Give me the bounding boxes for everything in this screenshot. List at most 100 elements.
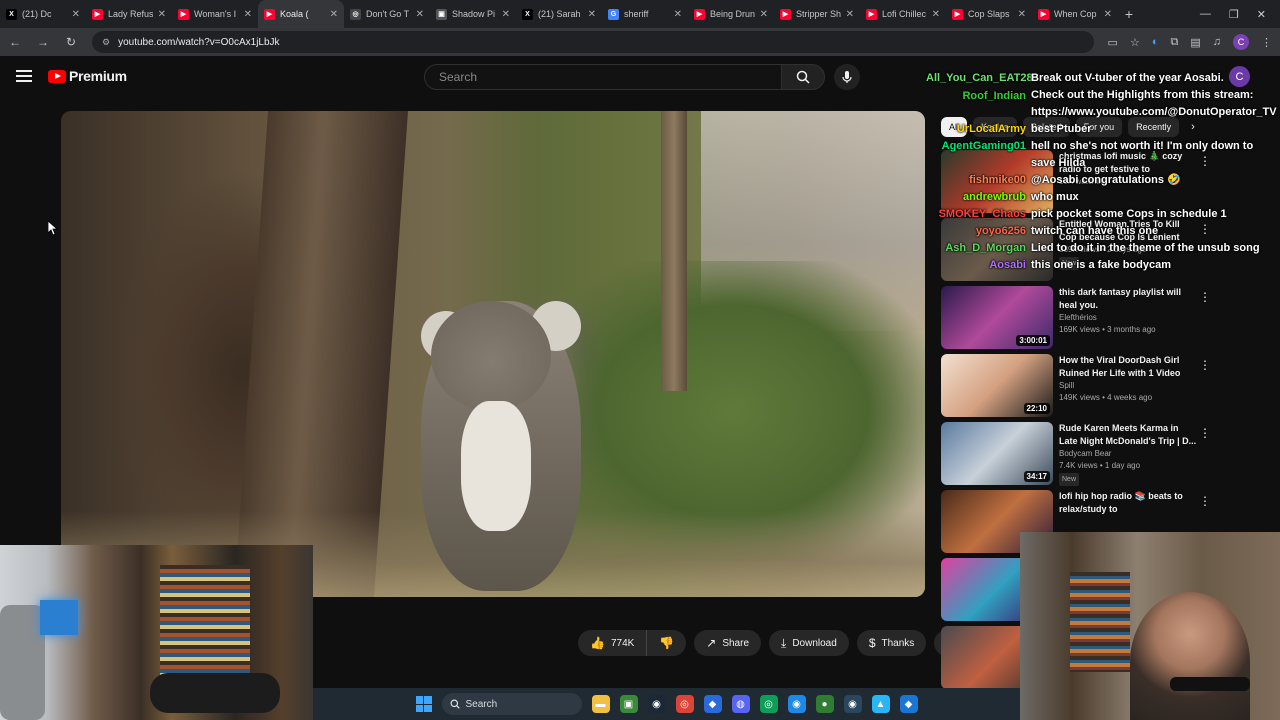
steam-icon[interactable]: ◉ <box>647 695 666 713</box>
app-green-icon[interactable]: ● <box>815 695 834 713</box>
channel-name[interactable]: Elefthérios <box>1059 312 1199 324</box>
tab-close-icon[interactable]: ✕ <box>588 9 596 20</box>
cast-icon[interactable]: ▭ <box>1108 36 1118 49</box>
browser-tab[interactable]: ▶ Stripper Sh ✕ <box>774 0 860 28</box>
media-icon[interactable]: ♫ <box>1213 36 1221 48</box>
menu-icon[interactable] <box>16 70 32 82</box>
video-title[interactable]: lofi hip hop radio 📚 beats to relax/stud… <box>1059 490 1199 516</box>
tab-close-icon[interactable]: ✕ <box>932 9 940 20</box>
more-options-icon[interactable]: ⋮ <box>1199 358 1211 372</box>
browser-tab[interactable]: ▶ Koala (✕ <box>258 0 344 28</box>
chat-message: AgentGaming01 hell no she's not worth it!… <box>926 138 1280 172</box>
video-title[interactable]: Rude Karen Meets Karma in Late Night McD… <box>1059 422 1199 448</box>
like-button[interactable]: 👍 774K <box>578 630 648 656</box>
browser-tab[interactable]: X (21) Sarah ✕ <box>516 0 602 28</box>
chat-text: @Aosabi congratulations 🤣 <box>1031 174 1181 186</box>
download-button[interactable]: ⤓ Download <box>769 630 849 656</box>
tab-title: Lofi Chillec <box>882 9 927 19</box>
app-blue-icon[interactable]: ◆ <box>703 695 722 713</box>
more-options-icon[interactable]: ⋮ <box>1199 494 1211 508</box>
taskbar-search[interactable]: Search <box>441 693 582 715</box>
browser-tab[interactable]: ▶ Lofi Chillec ✕ <box>860 0 946 28</box>
recommended-video[interactable]: 3:00:01 this dark fantasy playlist will h… <box>941 286 1271 354</box>
restore-button[interactable]: ❐ <box>1229 8 1239 21</box>
youtube-logo[interactable]: Premium <box>48 68 127 84</box>
chat-message: UrLocalArmy best Ptuber <box>926 121 1280 138</box>
voice-search-button[interactable] <box>834 64 860 90</box>
tab-close-icon[interactable]: ✕ <box>244 9 252 20</box>
thumbs-up-icon: 👍 <box>590 636 605 650</box>
microphone-icon <box>842 71 852 83</box>
browser-tab[interactable]: ▶ When Cop ✕ <box>1032 0 1118 28</box>
minimize-button[interactable]: — <box>1200 8 1211 21</box>
chat-username: SMOKEY_Chaos <box>938 208 1026 220</box>
browser-tab[interactable]: ▶ Woman's I ✕ <box>172 0 258 28</box>
app-teal-icon[interactable]: ◉ <box>787 695 806 713</box>
discord-icon[interactable]: ◍ <box>731 695 750 713</box>
puzzle-icon[interactable]: ⧉ <box>1170 36 1178 49</box>
recommended-video[interactable]: 22:10 How the Viral DoorDash Girl Ruined … <box>941 354 1271 422</box>
tab-favicon-icon: ▣ <box>436 8 447 20</box>
dislike-button[interactable]: 👎 <box>647 630 687 656</box>
browser-tab[interactable]: ▶ Being Drun ✕ <box>688 0 774 28</box>
tab-close-icon[interactable]: ✕ <box>1104 9 1112 20</box>
browser-tab[interactable]: X (21) Dc ✕ <box>0 0 86 28</box>
site-info-icon[interactable]: ⚙ <box>102 37 110 48</box>
more-options-icon[interactable]: ⋮ <box>1199 290 1211 304</box>
search-button[interactable] <box>781 64 825 90</box>
tab-close-icon[interactable]: ✕ <box>416 9 424 20</box>
video-title[interactable]: How the Viral DoorDash Girl Ruined Her L… <box>1059 354 1199 380</box>
tab-close-icon[interactable]: ✕ <box>760 9 768 20</box>
forward-button[interactable]: → <box>36 35 50 49</box>
search-input[interactable]: Search <box>424 64 782 90</box>
new-tab-button[interactable]: + <box>1118 6 1140 22</box>
tab-close-icon[interactable]: ✕ <box>158 9 166 20</box>
tab-close-icon[interactable]: ✕ <box>1018 9 1026 20</box>
chrome2-icon[interactable]: ◎ <box>759 695 778 713</box>
browser-tab[interactable]: Gsheriff ✕ <box>602 0 688 28</box>
browser-tab[interactable]: ▣ Shadow Pi ✕ <box>430 0 516 28</box>
menu-dots-icon[interactable]: ⋮ <box>1261 36 1272 49</box>
channel-name[interactable]: Bodycam Bear <box>1059 448 1199 460</box>
profile-avatar[interactable]: C <box>1233 34 1249 50</box>
close-window-button[interactable]: ✕ <box>1257 8 1266 21</box>
tab-close-icon[interactable]: ✕ <box>846 9 854 20</box>
tab-close-icon[interactable]: ✕ <box>502 9 510 20</box>
steam2-icon[interactable]: ◉ <box>843 695 862 713</box>
browser-toolbar: ← → ↻ ⚙ youtube.com/watch?v=O0cAx1jLbJk … <box>0 28 1280 56</box>
tab-close-icon[interactable]: ✕ <box>330 9 338 20</box>
chat-message: fishmike00 @Aosabi congratulations 🤣 <box>926 172 1280 189</box>
windows-start-icon[interactable] <box>415 696 432 712</box>
streamer <box>1130 592 1250 720</box>
video-thumbnail[interactable]: 34:17 <box>941 422 1053 485</box>
video-title[interactable]: this dark fantasy playlist will heal you… <box>1059 286 1199 312</box>
share-button[interactable]: ↗ Share <box>694 630 762 656</box>
video-thumbnail[interactable]: 3:00:01 <box>941 286 1053 349</box>
chat-message: SMOKEY_Chaos pick pocket some Cops in sch… <box>926 206 1280 223</box>
thanks-button[interactable]: $ Thanks <box>856 630 927 656</box>
like-count: 774K <box>610 637 635 649</box>
tab-close-icon[interactable]: ✕ <box>72 9 80 20</box>
recommended-video[interactable]: 34:17 Rude Karen Meets Karma in Late Nigh… <box>941 422 1271 490</box>
app-cyan-icon[interactable]: ▲ <box>871 695 890 713</box>
reload-button[interactable]: ↻ <box>64 35 78 49</box>
back-button[interactable]: ← <box>8 35 22 49</box>
sidepanel-icon[interactable]: ▤ <box>1190 36 1200 49</box>
video-player[interactable] <box>61 111 925 597</box>
extension-icon[interactable]: ◐ <box>1152 36 1159 48</box>
chrome-icon[interactable]: ◎ <box>675 695 694 713</box>
bookmark-star-icon[interactable]: ☆ <box>1130 36 1140 49</box>
address-bar[interactable]: ⚙ youtube.com/watch?v=O0cAx1jLbJk <box>92 31 1094 53</box>
app-sky-icon[interactable]: ◆ <box>899 695 918 713</box>
more-options-icon[interactable]: ⋮ <box>1199 426 1211 440</box>
folder-icon[interactable]: ▬ <box>591 695 610 713</box>
share-icon: ↗ <box>706 636 717 650</box>
channel-name[interactable]: Spill <box>1059 380 1199 392</box>
video-thumbnail[interactable]: 22:10 <box>941 354 1053 417</box>
chat-text: Check out the Highlights from this strea… <box>1031 89 1254 101</box>
terminal-icon[interactable]: ▣ <box>619 695 638 713</box>
tab-close-icon[interactable]: ✕ <box>674 9 682 20</box>
browser-tab[interactable]: ◎ Don't Go T ✕ <box>344 0 430 28</box>
browser-tab[interactable]: ▶ Cop Slaps ✕ <box>946 0 1032 28</box>
browser-tab[interactable]: ▶ Lady Refus ✕ <box>86 0 172 28</box>
